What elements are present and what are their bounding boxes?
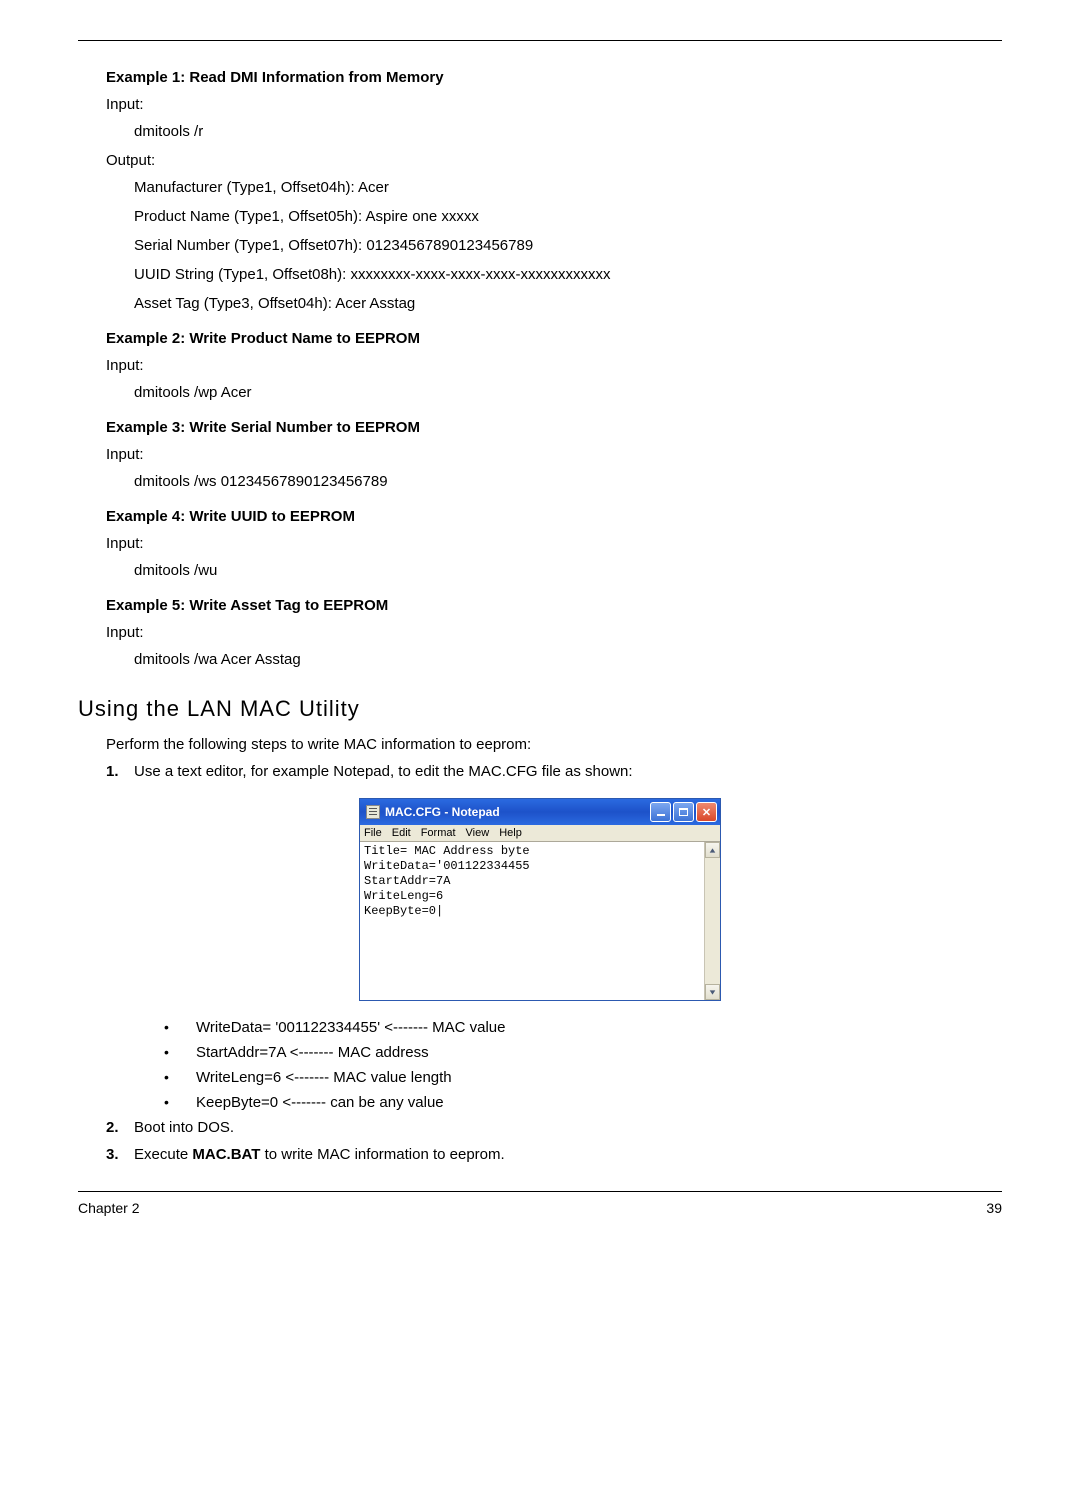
step-3-text: Execute MAC.BAT to write MAC information… [134, 1146, 1002, 1163]
menu-edit[interactable]: Edit [392, 827, 411, 839]
step-2-number: 2. [106, 1119, 134, 1136]
example-2-input-line: dmitools /wp Acer [134, 384, 1002, 401]
step-1-text: Use a text editor, for example Notepad, … [134, 763, 1002, 780]
menu-file[interactable]: File [364, 827, 382, 839]
example-1-output-line-4: Asset Tag (Type3, Offset04h): Acer Assta… [134, 295, 1002, 312]
example-2-heading: Example 2: Write Product Name to EEPROM [106, 330, 1002, 347]
bullet-item-2: • WriteLeng=6 <------- MAC value length [164, 1069, 1002, 1086]
example-1-output-label: Output: [106, 152, 1002, 169]
bullet-icon: • [164, 1019, 196, 1035]
example-5-input-line: dmitools /wa Acer Asstag [134, 651, 1002, 668]
step-2-text: Boot into DOS. [134, 1119, 1002, 1136]
example-1-output-line-3: UUID String (Type1, Offset08h): xxxxxxxx… [134, 266, 1002, 283]
bullet-text-1: StartAddr=7A <------- MAC address [196, 1044, 429, 1061]
scroll-down-icon[interactable] [705, 984, 720, 1000]
bullet-list: • WriteData= '001122334455' <------- MAC… [164, 1019, 1002, 1111]
minimize-button[interactable] [650, 802, 671, 822]
bullet-text-0: WriteData= '001122334455' <------- MAC v… [196, 1019, 505, 1036]
step-3: 3. Execute MAC.BAT to write MAC informat… [106, 1146, 1002, 1163]
notepad-title: MAC.CFG - Notepad [385, 805, 500, 819]
example-1-heading: Example 1: Read DMI Information from Mem… [106, 69, 1002, 86]
section-intro: Perform the following steps to write MAC… [106, 736, 1002, 753]
step-1: 1. Use a text editor, for example Notepa… [106, 763, 1002, 780]
scroll-up-icon[interactable] [705, 842, 720, 858]
titlebar-buttons: ✕ [650, 802, 717, 822]
maximize-button[interactable] [673, 802, 694, 822]
notepad-scrollbar[interactable] [704, 842, 720, 1000]
step-3-number: 3. [106, 1146, 134, 1163]
example-3-input-line: dmitools /ws 01234567890123456789 [134, 473, 1002, 490]
close-button[interactable]: ✕ [696, 802, 717, 822]
example-4-input-line: dmitools /wu [134, 562, 1002, 579]
notepad-text-area[interactable]: Title= MAC Address byte WriteData='00112… [360, 842, 704, 1000]
notepad-icon [366, 805, 380, 819]
titlebar-left: MAC.CFG - Notepad [366, 805, 500, 819]
bullet-text-3: KeepByte=0 <------- can be any value [196, 1094, 444, 1111]
bullet-item-0: • WriteData= '001122334455' <------- MAC… [164, 1019, 1002, 1036]
bullet-text-2: WriteLeng=6 <------- MAC value length [196, 1069, 452, 1086]
example-1-output-line-2: Serial Number (Type1, Offset07h): 012345… [134, 237, 1002, 254]
bullet-icon: • [164, 1044, 196, 1060]
top-horizontal-rule [78, 40, 1002, 41]
example-4-input-label: Input: [106, 535, 1002, 552]
section-heading-lan-mac: Using the LAN MAC Utility [78, 696, 1002, 722]
bullet-item-3: • KeepByte=0 <------- can be any value [164, 1094, 1002, 1111]
example-2-input-label: Input: [106, 357, 1002, 374]
example-3-heading: Example 3: Write Serial Number to EEPROM [106, 419, 1002, 436]
footer-page-number: 39 [986, 1200, 1002, 1216]
example-1-input-label: Input: [106, 96, 1002, 113]
example-5-input-label: Input: [106, 624, 1002, 641]
example-3-input-label: Input: [106, 446, 1002, 463]
menu-format[interactable]: Format [421, 827, 456, 839]
notepad-titlebar: MAC.CFG - Notepad ✕ [360, 799, 720, 825]
bullet-icon: • [164, 1069, 196, 1085]
example-4-heading: Example 4: Write UUID to EEPROM [106, 508, 1002, 525]
example-1-output-line-1: Product Name (Type1, Offset05h): Aspire … [134, 208, 1002, 225]
notepad-menubar: File Edit Format View Help [360, 825, 720, 842]
menu-view[interactable]: View [466, 827, 490, 839]
page-footer: Chapter 2 39 [78, 1200, 1002, 1216]
example-5-heading: Example 5: Write Asset Tag to EEPROM [106, 597, 1002, 614]
step-1-number: 1. [106, 763, 134, 780]
bottom-horizontal-rule [78, 1191, 1002, 1192]
example-1-output-line-0: Manufacturer (Type1, Offset04h): Acer [134, 179, 1002, 196]
step-2: 2. Boot into DOS. [106, 1119, 1002, 1136]
notepad-window: MAC.CFG - Notepad ✕ File Edit Format Vie… [359, 798, 721, 1001]
menu-help[interactable]: Help [499, 827, 522, 839]
footer-chapter: Chapter 2 [78, 1200, 139, 1216]
bullet-icon: • [164, 1094, 196, 1110]
example-1-input-line: dmitools /r [134, 123, 1002, 140]
bullet-item-1: • StartAddr=7A <------- MAC address [164, 1044, 1002, 1061]
